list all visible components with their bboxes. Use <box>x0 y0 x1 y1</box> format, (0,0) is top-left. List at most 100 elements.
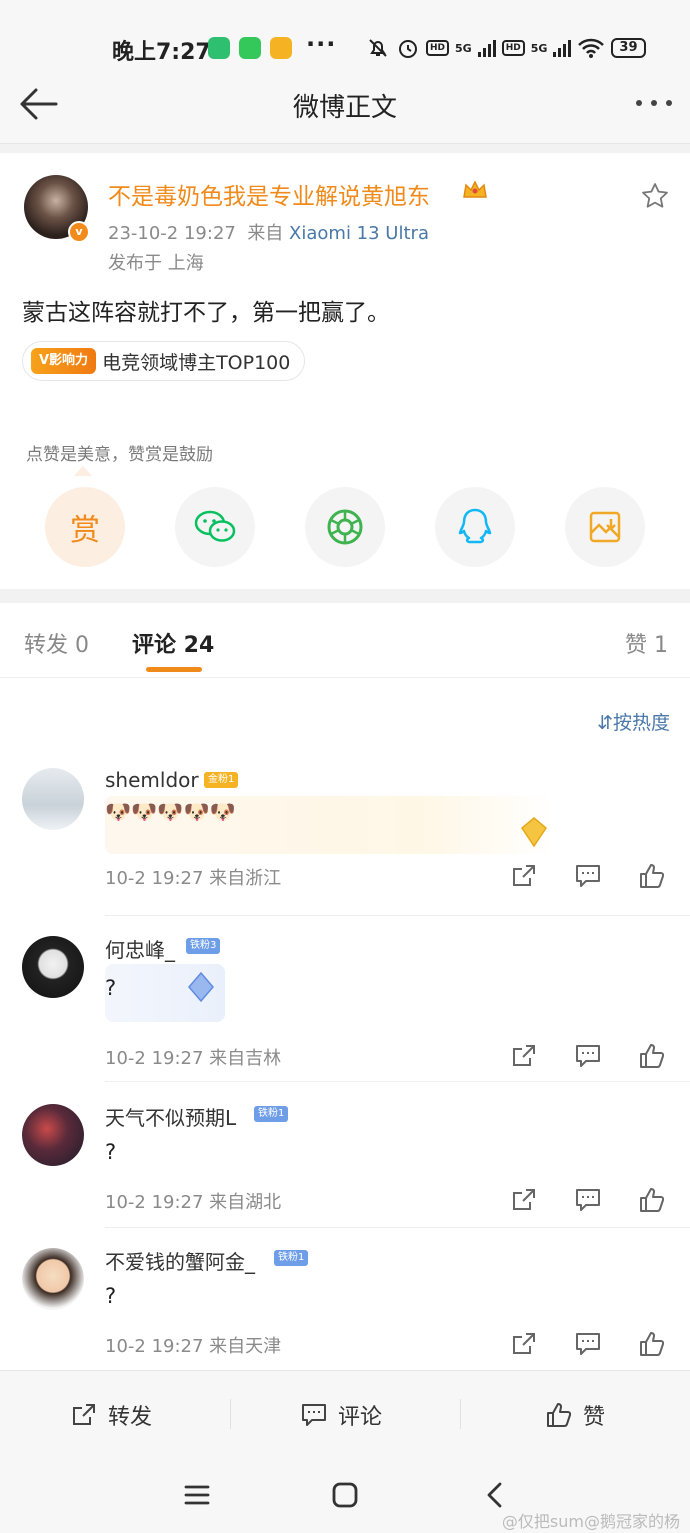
comment-like-icon[interactable] <box>638 1186 666 1214</box>
divider <box>105 1227 690 1228</box>
gold-gem-icon <box>521 817 547 848</box>
post-datetime: 23-10-2 19:27 <box>108 223 236 244</box>
fan-badge: 铁粉1 <box>274 1250 309 1266</box>
reward-button[interactable]: 赏 <box>45 487 125 567</box>
commenter-name[interactable]: 不爱钱的蟹阿金_ <box>105 1246 255 1275</box>
save-image-button[interactable] <box>565 487 645 567</box>
blue-gem-icon <box>188 971 214 1003</box>
status-indicators: HD 5G HD 5G 39 <box>366 36 646 60</box>
alarm-icon <box>399 40 417 58</box>
commenter-avatar[interactable] <box>22 936 84 998</box>
comment-repost-icon[interactable] <box>510 1186 538 1214</box>
like-button[interactable]: 赞 <box>545 1399 605 1431</box>
commenter-avatar[interactable] <box>22 1104 84 1166</box>
repost-button[interactable]: 转发 <box>70 1399 152 1431</box>
comment-list: ⇵按热度 shemldor 金粉1 🐶🐶🐶🐶🐶 10-2 19:27 来自浙江 … <box>0 678 690 1370</box>
bottom-action-bar: 转发 评论 赞 <box>0 1370 690 1456</box>
divider <box>105 915 690 916</box>
comment-like-icon[interactable] <box>638 1042 666 1070</box>
tip-arrow <box>74 466 92 476</box>
qq-penguin-icon <box>458 508 492 544</box>
menu-icon[interactable] <box>182 1480 212 1510</box>
comment-text: 🐶🐶🐶🐶🐶 <box>105 800 236 824</box>
signal-icon-2 <box>553 39 572 57</box>
tab-like[interactable]: 赞 1 <box>625 627 668 659</box>
author-name[interactable]: 不是毒奶色我是专业解说黄旭东 <box>108 177 430 211</box>
active-tab-indicator <box>146 667 202 672</box>
sort-icon: ⇵ <box>597 712 613 734</box>
comment-actions <box>510 1186 666 1214</box>
more-notifications-icon: ··· <box>306 30 337 58</box>
sort-label: 按热度 <box>612 712 670 734</box>
like-label: 赞 <box>583 1405 606 1430</box>
reward-tip: 点赞是美意，赞赏是鼓励 <box>26 445 213 465</box>
commenter-name[interactable]: 何忠峰_ <box>105 934 175 963</box>
comment-like-icon[interactable] <box>638 862 666 890</box>
hd-indicator: HD <box>426 40 450 56</box>
verified-badge-icon: v <box>68 221 90 243</box>
favorite-star-icon[interactable] <box>640 181 670 211</box>
app-header: 微博正文 <box>0 62 690 144</box>
wifi-icon <box>578 38 605 58</box>
post-device[interactable]: Xiaomi 13 Ultra <box>289 223 429 244</box>
comment-item: 天气不似预期L 铁粉1 ? 10-2 19:27 来自湖北 <box>0 1100 690 1228</box>
more-options-icon[interactable] <box>636 100 672 106</box>
post-location: 发布于 上海 <box>108 253 204 274</box>
divider <box>230 1399 231 1429</box>
divider <box>460 1399 461 1429</box>
influence-tag[interactable]: V影响力 电竞领域博主TOP100 <box>22 341 306 381</box>
fan-badge: 铁粉3 <box>186 938 221 954</box>
post-tabs: 转发 0 评论 24 赞 1 <box>0 603 690 678</box>
crown-icon <box>463 180 487 198</box>
tab-comment[interactable]: 评论 24 <box>132 627 214 659</box>
comment-time: 10-2 19:27 来自天津 <box>105 1336 282 1357</box>
comment-actions <box>510 862 666 890</box>
comment-repost-icon[interactable] <box>510 1042 538 1070</box>
signal-icon <box>477 39 496 57</box>
comment-repost-icon[interactable] <box>510 1330 538 1358</box>
save-picture-icon <box>589 511 621 543</box>
repost-label: 转发 <box>108 1405 153 1430</box>
comment-actions <box>510 1330 666 1358</box>
comment-like-icon[interactable] <box>638 1330 666 1358</box>
home-icon[interactable] <box>330 1480 360 1510</box>
commenter-avatar[interactable] <box>22 1248 84 1310</box>
source-prefix: 来自 <box>247 223 284 244</box>
moments-aperture-icon <box>327 509 363 545</box>
app-notification-icon <box>208 37 230 59</box>
comment-label: 评论 <box>338 1405 383 1430</box>
share-qq-button[interactable] <box>435 487 515 567</box>
influence-logo: V影响力 <box>31 348 97 374</box>
comment-repost-icon[interactable] <box>510 862 538 890</box>
battery-icon: 39 <box>611 38 646 58</box>
commenter-name[interactable]: shemldor <box>105 768 199 792</box>
comment-actions <box>510 1042 666 1070</box>
commenter-name[interactable]: 天气不似预期L <box>105 1102 236 1131</box>
watermark: @仅把sum@鹅冠家的杨 <box>501 1512 680 1531</box>
share-moments-button[interactable] <box>305 487 385 567</box>
tab-repost[interactable]: 转发 0 <box>24 627 89 659</box>
cloud-notification-icon <box>270 37 292 59</box>
fan-badge: 铁粉1 <box>254 1106 289 1122</box>
comment-item: 不爱钱的蟹阿金_ 铁粉1 ? 10-2 19:27 来自天津 <box>0 1244 690 1364</box>
comment-item: 何忠峰_ 铁粉3 ? 10-2 19:27 来自吉林 <box>0 930 690 1082</box>
commenter-avatar[interactable] <box>22 768 84 830</box>
divider <box>105 1081 690 1082</box>
post-meta: 23-10-2 19:27 来自 Xiaomi 13 Ultra <box>108 219 429 245</box>
comment-time: 10-2 19:27 来自吉林 <box>105 1048 282 1069</box>
back-nav-icon[interactable] <box>480 1480 510 1510</box>
wechat-icon <box>194 510 236 542</box>
comment-reply-icon[interactable] <box>574 1330 602 1358</box>
like-icon <box>547 1403 572 1427</box>
phone-notification-icon <box>239 37 261 59</box>
network-type-2: 5G <box>530 41 548 55</box>
comment-reply-icon[interactable] <box>574 862 602 890</box>
comment-reply-icon[interactable] <box>574 1042 602 1070</box>
comment-text: ? <box>105 1284 117 1308</box>
sort-by-heat[interactable]: ⇵按热度 <box>597 708 670 735</box>
comment-button[interactable]: 评论 <box>300 1399 382 1431</box>
comment-text: ? <box>105 1140 117 1164</box>
share-wechat-button[interactable] <box>175 487 255 567</box>
comment-reply-icon[interactable] <box>574 1186 602 1214</box>
page-title: 微博正文 <box>292 93 397 123</box>
